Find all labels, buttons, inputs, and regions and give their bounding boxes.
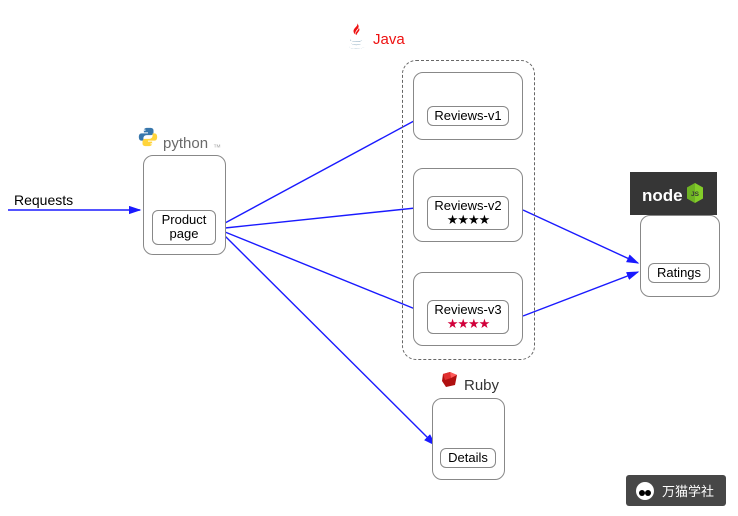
ratings-container	[640, 215, 720, 297]
ruby-tech-label: Ruby	[440, 370, 499, 394]
details-label: Details	[448, 450, 488, 465]
python-text: python	[163, 135, 208, 152]
reviews-v3-node: Reviews-v3 ★★★★	[427, 300, 509, 334]
python-icon	[137, 126, 159, 152]
arrows-layer	[0, 0, 738, 516]
requests-label: Requests	[14, 192, 73, 208]
details-node: Details	[440, 448, 496, 468]
product-page-label: Product page	[162, 212, 207, 241]
reviews-v1-label: Reviews-v1	[434, 108, 501, 123]
reviews-v1-node: Reviews-v1	[427, 106, 509, 126]
ratings-label: Ratings	[657, 265, 701, 280]
reviews-v2-stars: ★★★★	[432, 213, 504, 226]
python-tech-label: python ™	[137, 126, 221, 152]
watermark-icon	[636, 482, 654, 500]
watermark: 万猫学社	[626, 475, 726, 506]
nodejs-icon: JS	[685, 182, 705, 209]
java-icon	[345, 22, 369, 56]
watermark-text: 万猫学社	[662, 481, 714, 500]
product-page-node: Product page	[152, 210, 216, 245]
ruby-text: Ruby	[464, 377, 499, 394]
node-tech-label: node JS	[630, 172, 717, 215]
reviews-v2-node: Reviews-v2 ★★★★	[427, 196, 509, 230]
reviews-v3-stars: ★★★★	[432, 317, 504, 330]
node-text: node	[642, 186, 683, 206]
java-tech-label: Java	[345, 22, 405, 56]
reviews-v2-label: Reviews-v2	[432, 199, 504, 213]
java-text: Java	[373, 31, 405, 48]
svg-text:JS: JS	[691, 191, 700, 198]
reviews-v3-label: Reviews-v3	[432, 303, 504, 317]
ratings-node: Ratings	[648, 263, 710, 283]
ruby-icon	[440, 370, 460, 394]
